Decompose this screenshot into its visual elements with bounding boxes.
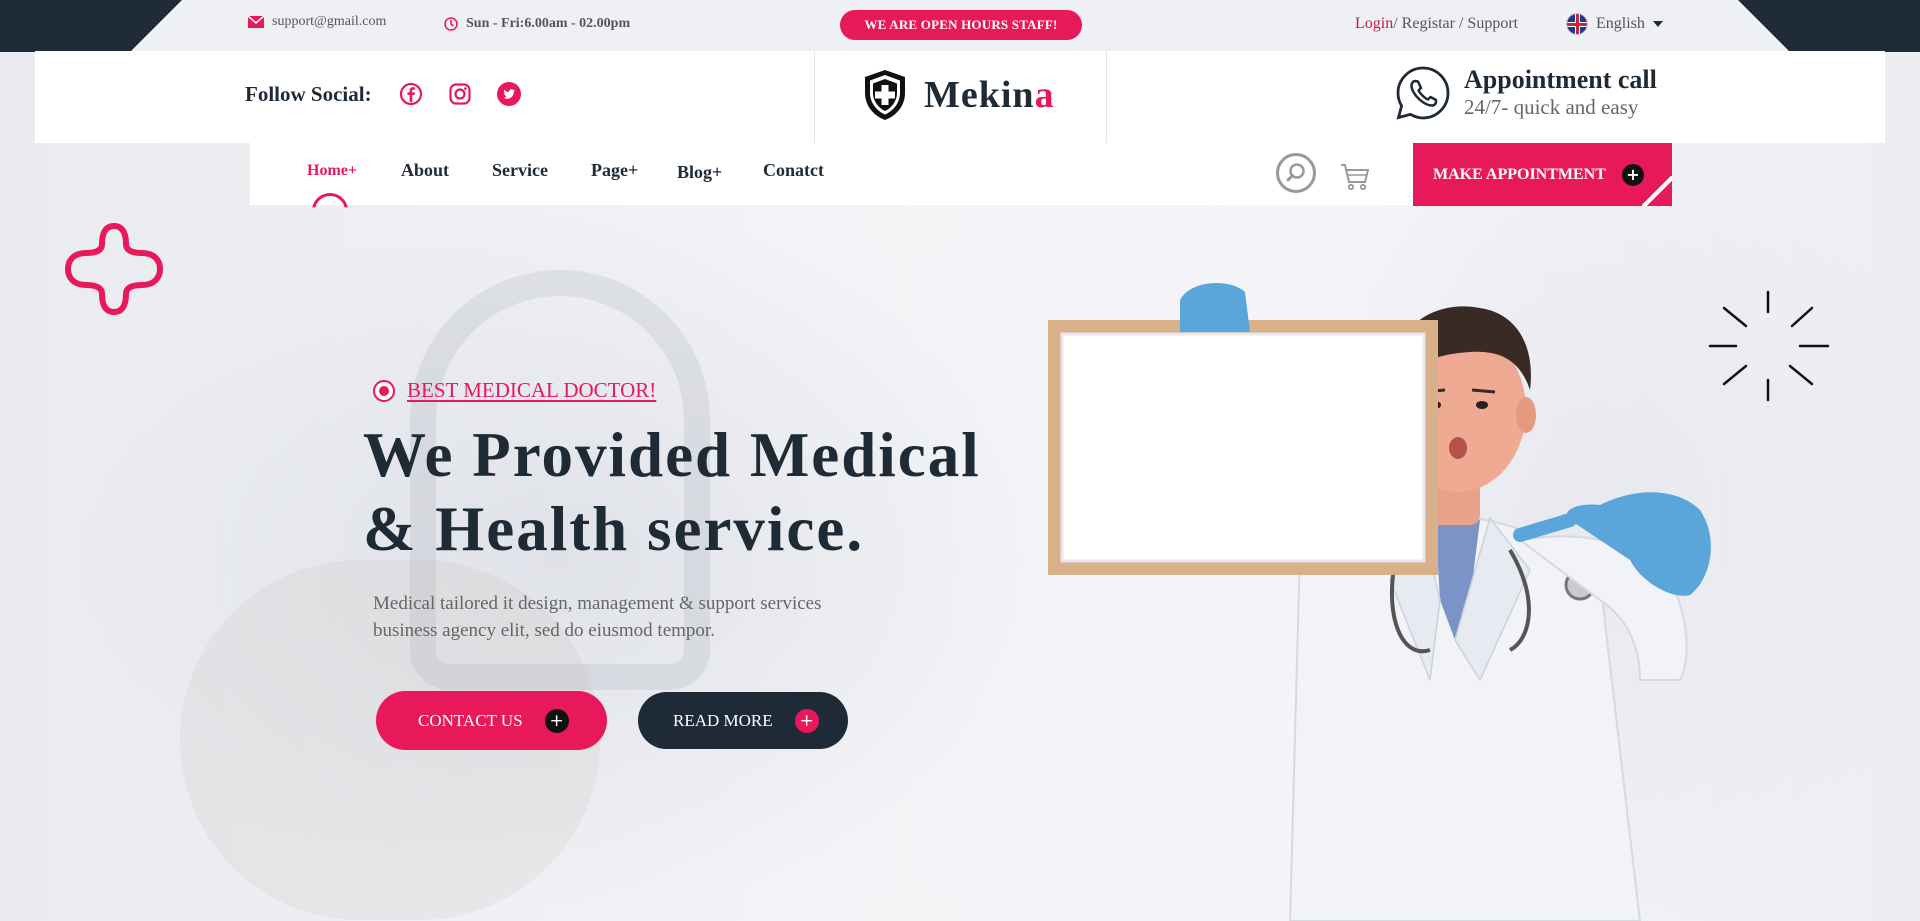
appointment-call[interactable]: Appointment call 24/7- quick and easy bbox=[1394, 64, 1657, 122]
header-divider bbox=[814, 51, 815, 143]
appointment-title: Appointment call bbox=[1464, 65, 1657, 94]
register-support-links[interactable]: / Registar / Support bbox=[1393, 15, 1518, 32]
headline-line-2: & Health service. bbox=[363, 494, 865, 564]
tagline-text[interactable]: BEST MEDICAL DOCTOR! bbox=[407, 378, 656, 403]
account-links: Login/ Registar / Support bbox=[1355, 15, 1518, 33]
read-more-label: READ MORE bbox=[673, 710, 773, 730]
make-appointment-label: MAKE APPOINTMENT bbox=[1433, 165, 1606, 183]
make-appointment-button[interactable]: MAKE APPOINTMENT + bbox=[1413, 143, 1672, 206]
uk-flag-icon bbox=[1566, 13, 1588, 35]
medical-cross-outline-icon bbox=[62, 222, 166, 321]
nav-page[interactable]: Page+ bbox=[591, 160, 638, 181]
corner-decoration bbox=[1642, 176, 1672, 206]
plus-icon: + bbox=[544, 708, 569, 733]
plus-icon: + bbox=[1621, 163, 1644, 186]
target-dot-icon bbox=[373, 379, 395, 402]
hero-headline: We Provided Medical & Health service. bbox=[363, 418, 1063, 566]
plus-icon: + bbox=[794, 708, 819, 733]
language-selector[interactable]: English bbox=[1566, 13, 1663, 35]
logo-text: Mekina bbox=[924, 74, 1055, 116]
whatsapp-icon bbox=[1396, 66, 1450, 120]
nav-blog[interactable]: Blog+ bbox=[677, 162, 722, 183]
caret-down-icon bbox=[1652, 21, 1663, 27]
opening-hours: Sun - Fri:6.00am - 02.00pm bbox=[444, 16, 630, 32]
cart-button[interactable] bbox=[1340, 163, 1370, 196]
description-line-2: business agency elit, sed do eiusmod tem… bbox=[373, 620, 715, 641]
hero-description: Medical tailored it design, management &… bbox=[373, 590, 843, 644]
contact-email[interactable]: support@gmail.com bbox=[248, 14, 386, 30]
nav-service[interactable]: Service bbox=[492, 160, 548, 181]
contact-us-label: CONTACT US bbox=[418, 710, 523, 730]
login-link[interactable]: Login bbox=[1355, 15, 1393, 32]
appointment-subtitle: 24/7- quick and easy bbox=[1464, 95, 1639, 119]
facebook-icon[interactable] bbox=[399, 82, 423, 106]
twitter-icon[interactable] bbox=[497, 82, 521, 106]
follow-social-label: Follow Social: bbox=[245, 82, 372, 106]
contact-us-button[interactable]: CONTACT US + bbox=[376, 691, 607, 750]
nav-contact[interactable]: Conatct bbox=[763, 160, 824, 181]
search-icon bbox=[1286, 163, 1305, 182]
hero-tagline: BEST MEDICAL DOCTOR! bbox=[373, 378, 656, 403]
search-button[interactable] bbox=[1276, 153, 1316, 193]
shield-cross-icon bbox=[865, 70, 905, 120]
language-label: English bbox=[1596, 15, 1645, 32]
description-line-1: Medical tailored it design, management &… bbox=[373, 593, 822, 614]
site-logo[interactable]: Mekina bbox=[862, 68, 1055, 122]
envelope-icon bbox=[248, 16, 264, 28]
email-text: support@gmail.com bbox=[272, 14, 387, 29]
nav-home[interactable]: Home+ bbox=[307, 162, 357, 180]
hours-text: Sun - Fri:6.00am - 02.00pm bbox=[466, 16, 631, 31]
cart-icon bbox=[1341, 164, 1370, 191]
open-hours-badge: WE ARE OPEN HOURS STAFF! bbox=[840, 10, 1082, 40]
nav-about[interactable]: About bbox=[401, 160, 449, 181]
read-more-button[interactable]: READ MORE + bbox=[638, 692, 848, 749]
clock-icon bbox=[444, 17, 458, 31]
doctor-holding-board-image bbox=[1040, 280, 1740, 921]
instagram-icon[interactable] bbox=[448, 82, 472, 106]
header-divider bbox=[1106, 51, 1107, 143]
headline-line-1: We Provided Medical bbox=[363, 420, 981, 490]
